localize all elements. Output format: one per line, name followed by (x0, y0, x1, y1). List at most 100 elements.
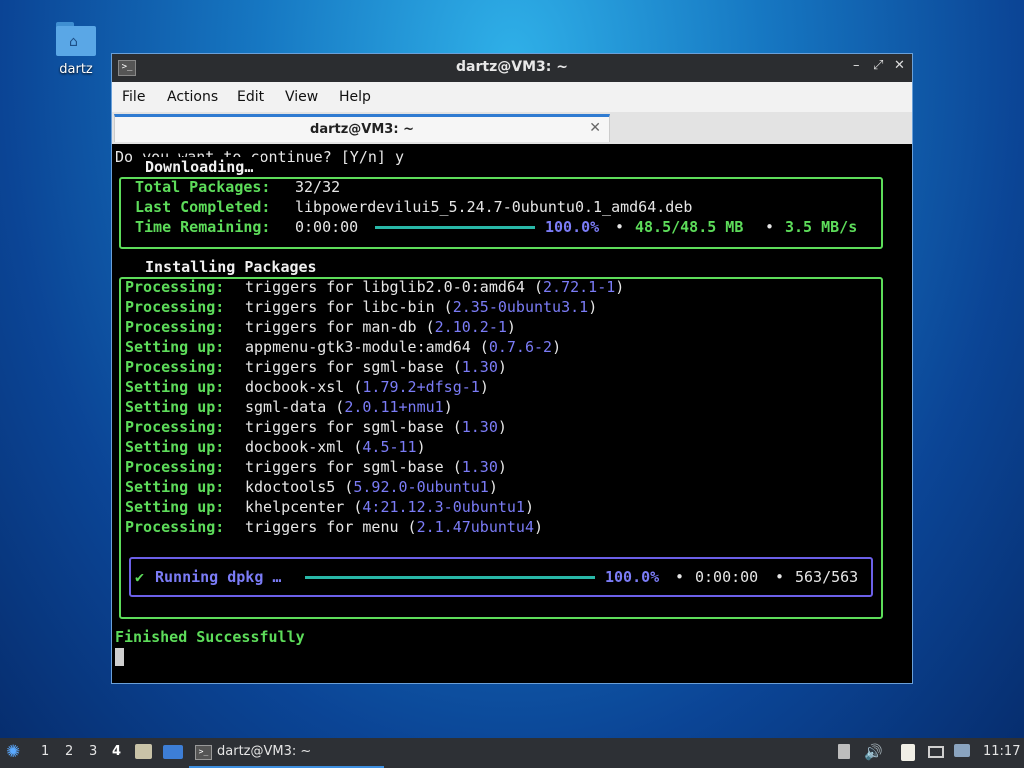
install-line-label: Setting up: (125, 338, 225, 356)
install-line-text: triggers for libglib2.0-0:amd64 (2.72.1-… (245, 277, 624, 297)
dpkg-sep-1: • (675, 568, 685, 586)
download-sep-1: • (615, 218, 625, 236)
install-line-label: Processing: (125, 298, 225, 316)
install-line-version: 2.1.47ubuntu4 (416, 518, 534, 536)
menu-help[interactable]: Help (339, 89, 371, 105)
install-line-version: 1.79.2+dfsg-1 (362, 378, 480, 396)
paren-open: ( (344, 498, 363, 516)
menu-bar: File Actions Edit View Help (112, 82, 912, 112)
paren-close: ) (524, 498, 534, 516)
paren-open: ( (524, 278, 544, 296)
close-button[interactable]: ✕ (894, 58, 905, 73)
install-line-version: 0.7.6-2 (488, 338, 553, 356)
install-line-version: 2.72.1-1 (543, 278, 616, 296)
install-line-label: Setting up: (125, 378, 225, 396)
workspace-4[interactable]: 4 (112, 744, 121, 759)
menu-view[interactable]: View (285, 89, 318, 105)
workspace-1[interactable]: 1 (41, 744, 49, 759)
paren-close: ) (416, 438, 426, 456)
dpkg-percent: 100.0% (605, 568, 660, 586)
install-line-text: triggers for man-db (2.10.2-1) (245, 317, 516, 337)
install-line-version: 2.10.2-1 (434, 318, 507, 336)
last-value: libpowerdevilui5_5.24.7-0ubuntu0.1_amd64… (295, 198, 693, 216)
install-line-label: Setting up: (125, 398, 225, 416)
paren-open: ( (443, 358, 462, 376)
home-folder-icon: ⌂ (56, 22, 96, 56)
volume-icon[interactable]: 🔊 (864, 743, 883, 761)
check-icon: ✔ (135, 568, 145, 586)
install-line-version: 1.30 (461, 458, 498, 476)
install-line-version: 4:21.12.3-0ubuntu1 (362, 498, 525, 516)
install-line-package: triggers for man-db (245, 318, 417, 336)
install-line-label: Setting up: (125, 438, 225, 456)
paren-close: ) (534, 518, 544, 536)
paren-close: ) (497, 458, 507, 476)
menu-edit[interactable]: Edit (237, 89, 264, 105)
terminal-output[interactable]: Do you want to continue? [Y/n] y Downloa… (112, 144, 912, 683)
paren-close: ) (615, 278, 625, 296)
install-line-version: 4.5-11 (362, 438, 417, 456)
taskbar-terminal-button[interactable]: >_ dartz@VM3: ~ (189, 738, 384, 768)
install-line-text: triggers for sgml-base (1.30) (245, 357, 507, 377)
dpkg-progress-bar (305, 576, 595, 579)
paren-close: ) (506, 318, 516, 336)
install-line-text: sgml-data (2.0.11+nmu1) (245, 397, 453, 417)
install-line-version: 1.30 (461, 418, 498, 436)
menu-actions[interactable]: Actions (167, 89, 218, 105)
tab-close-icon[interactable]: ✕ (589, 120, 601, 136)
maximize-button[interactable]: ⤢ (873, 58, 883, 73)
workspace-3[interactable]: 3 (89, 744, 97, 759)
install-line-label: Processing: (125, 418, 225, 436)
desktop-home-folder[interactable]: ⌂ dartz (46, 22, 106, 77)
tab-terminal[interactable]: dartz@VM3: ~ ✕ (114, 114, 610, 142)
install-line-text: khelpcenter (4:21.12.3-0ubuntu1) (245, 497, 534, 517)
window-title: dartz@VM3: ~ (456, 59, 568, 75)
paren-close: ) (552, 338, 562, 356)
install-line-text: kdoctools5 (5.92.0-0ubuntu1) (245, 477, 498, 497)
total-value: 32/32 (295, 178, 341, 196)
dpkg-count: 563/563 (795, 568, 859, 586)
last-label: Last Completed: (135, 198, 271, 216)
app-menu-icon[interactable]: ✺ (6, 742, 20, 762)
install-line-version: 2.0.11+nmu1 (344, 398, 444, 416)
paren-open: ( (344, 378, 363, 396)
paren-open: ( (335, 478, 354, 496)
download-sep-2: • (765, 218, 775, 236)
install-line-package: triggers for libc-bin (245, 298, 435, 316)
paren-close: ) (497, 418, 507, 436)
install-line-package: khelpcenter (245, 498, 345, 516)
notes-tray-icon[interactable] (901, 744, 915, 761)
download-title: Downloading… (137, 157, 262, 177)
clipboard-tray-icon[interactable] (838, 744, 850, 759)
install-line-package: docbook-xsl (245, 378, 345, 396)
install-line-package: triggers for libglib2.0-0:amd64 (245, 278, 525, 296)
paren-close: ) (497, 358, 507, 376)
window-titlebar[interactable]: >_ dartz@VM3: ~ – ⤢ ✕ (112, 54, 912, 82)
install-line-text: triggers for libc-bin (2.35-0ubuntu3.1) (245, 297, 597, 317)
update-tray-icon[interactable] (954, 744, 970, 757)
minimize-button[interactable]: – (853, 58, 860, 73)
install-line-package: triggers for menu (245, 518, 399, 536)
desktop-icon-label: dartz (59, 62, 93, 77)
paren-open: ( (398, 518, 417, 536)
total-label: Total Packages: (135, 178, 271, 196)
terminal-window: >_ dartz@VM3: ~ – ⤢ ✕ File Actions Edit … (111, 53, 913, 684)
paren-open: ( (443, 418, 462, 436)
workspace-2[interactable]: 2 (65, 744, 73, 759)
install-line-text: docbook-xml (4.5-11) (245, 437, 426, 457)
network-icon[interactable] (928, 746, 944, 758)
menu-file[interactable]: File (122, 89, 145, 105)
show-desktop-icon[interactable] (163, 745, 183, 759)
paren-open: ( (443, 458, 462, 476)
paren-open: ( (326, 398, 345, 416)
dpkg-time: 0:00:00 (695, 568, 759, 586)
file-manager-icon[interactable] (135, 744, 152, 759)
install-line-package: kdoctools5 (245, 478, 336, 496)
clock[interactable]: 11:17 (983, 744, 1020, 759)
download-speed: 3.5 MB/s (785, 218, 858, 236)
install-line-package: triggers for sgml-base (245, 418, 444, 436)
install-line-version: 1.30 (461, 358, 498, 376)
install-line-package: docbook-xml (245, 438, 345, 456)
install-line-text: triggers for sgml-base (1.30) (245, 417, 507, 437)
install-line-label: Processing: (125, 358, 225, 376)
